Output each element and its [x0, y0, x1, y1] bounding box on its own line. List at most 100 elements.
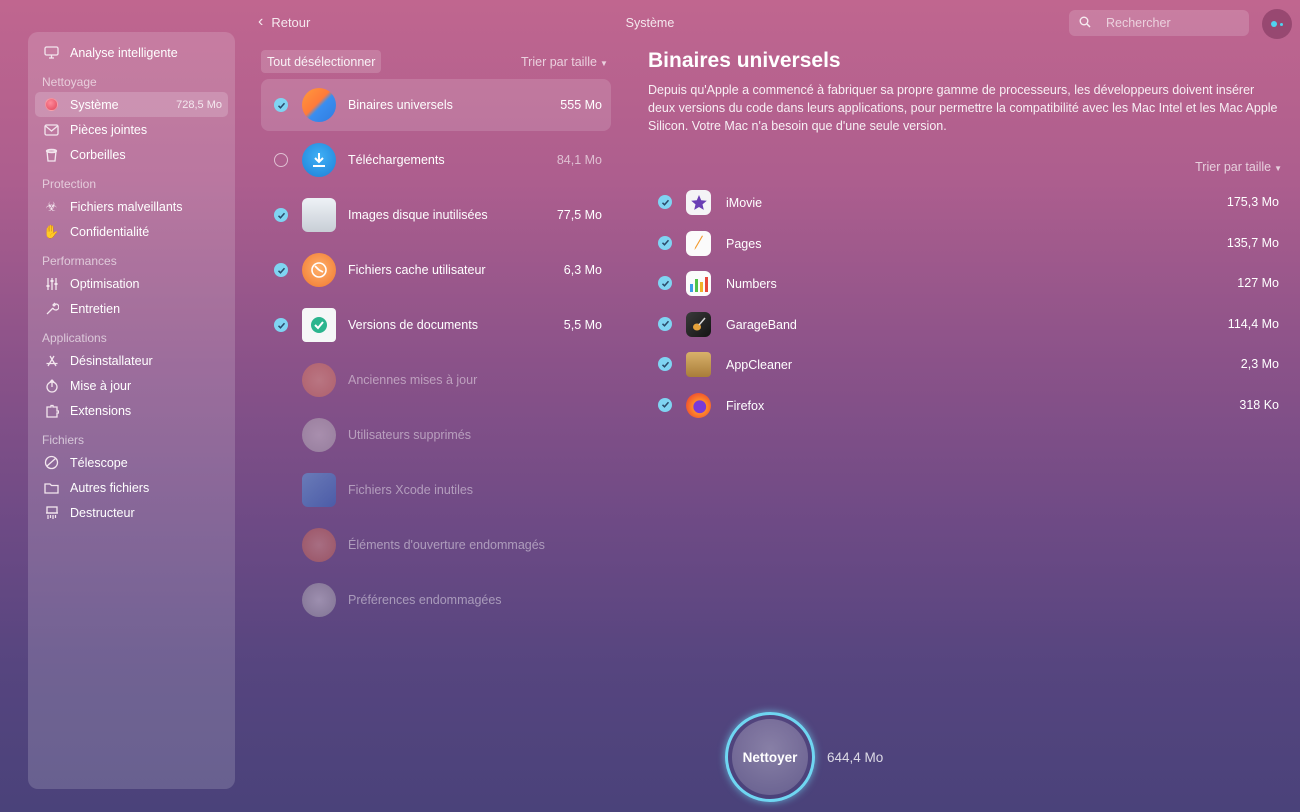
category-label: Préférences endommagées [348, 593, 502, 607]
app-size: 114,4 Mo [1227, 316, 1279, 331]
clean-button[interactable]: Nettoyer [732, 719, 808, 795]
sidebar-item-label: Optimisation [70, 276, 140, 291]
category-label: Téléchargements [348, 153, 445, 167]
app-size: 135,7 Mo [1226, 235, 1279, 250]
category-row-old-updates[interactable]: Anciennes mises à jour [261, 354, 611, 406]
category-row-universal-binaries[interactable]: Binaires universels 555 Mo [261, 79, 611, 131]
sidebar-section-title: Nettoyage [42, 75, 97, 89]
app-row-firefox[interactable]: Firefox 318 Ko [648, 385, 1280, 426]
app-label: AppCleaner [726, 358, 793, 372]
sidebar-item-optimization[interactable]: Optimisation [35, 271, 228, 296]
category-label: Éléments d'ouverture endommagés [348, 538, 545, 552]
checkbox[interactable] [274, 98, 288, 112]
checkbox[interactable] [658, 235, 672, 250]
sidebar-item-extensions[interactable]: Extensions [35, 398, 228, 423]
broken-preferences-icon [302, 583, 336, 617]
folder-icon [43, 479, 60, 496]
category-row-disk-images[interactable]: Images disque inutilisées 77,5 Mo [261, 189, 611, 241]
sidebar-item-label: Analyse intelligente [70, 45, 178, 60]
sidebar-item-maintenance[interactable]: Entretien [35, 296, 228, 321]
checkbox[interactable] [658, 357, 672, 371]
envelope-icon [43, 121, 60, 138]
category-row-deleted-users[interactable]: Utilisateurs supprimés [261, 409, 611, 461]
apps-sort-by-size-dropdown[interactable]: Trier par taille ▼ [1195, 160, 1282, 174]
category-size: 84,1 Mo [556, 153, 602, 167]
category-row-downloads[interactable]: Téléchargements 84,1 Mo [261, 134, 611, 186]
category-row-user-cache[interactable]: Fichiers cache utilisateur 6,3 Mo [261, 244, 611, 296]
back-button[interactable]: ‹ Retour [258, 14, 310, 30]
sidebar-item-label: Autres fichiers [70, 480, 150, 495]
sidebar-item-label: Mise à jour [70, 378, 132, 393]
app-label: Pages [726, 236, 762, 251]
app-store-icon [43, 352, 60, 369]
app-label: iMovie [726, 196, 763, 210]
app-row-pages[interactable]: Pages 135,7 Mo [648, 223, 1280, 264]
app-list: iMovie 175,3 Mo Pages 135,7 Mo Numbers 1… [648, 182, 1280, 425]
firefox-icon [686, 392, 711, 418]
app-label: Numbers [726, 277, 777, 291]
category-label: Binaires universels [348, 98, 453, 112]
app-label: GarageBand [726, 317, 797, 332]
app-row-garageband[interactable]: GarageBand 114,4 Mo [648, 304, 1280, 345]
category-row-document-versions[interactable]: Versions de documents 5,5 Mo [261, 299, 611, 351]
assistant-button[interactable] [1262, 9, 1292, 39]
checkbox[interactable] [658, 316, 672, 331]
downloads-icon [302, 143, 336, 177]
search-field[interactable] [1069, 10, 1249, 36]
sidebar-item-updater[interactable]: Mise à jour [35, 373, 228, 398]
checkbox[interactable] [658, 195, 672, 209]
category-label: Utilisateurs supprimés [348, 428, 471, 442]
sidebar-item-attachments[interactable]: Pièces jointes [35, 117, 228, 142]
sliders-icon [43, 275, 60, 292]
checkbox[interactable] [658, 397, 672, 412]
checkbox[interactable] [274, 318, 288, 332]
category-size: 6,3 Mo [563, 263, 602, 277]
update-icon [43, 377, 60, 394]
pages-icon [686, 230, 711, 256]
sidebar-item-system[interactable]: Système 728,5 Mo [35, 92, 228, 117]
sidebar-item-space-lens[interactable]: Télescope [35, 450, 228, 475]
monitor-icon [43, 44, 60, 61]
cache-icon [302, 253, 336, 287]
checkbox[interactable] [274, 208, 288, 222]
sidebar-item-privacy[interactable]: ✋ Confidentialité [35, 219, 228, 244]
app-row-numbers[interactable]: Numbers 127 Mo [648, 263, 1280, 304]
assistant-dot-icon [1271, 21, 1277, 27]
category-row-broken-login-items[interactable]: Éléments d'ouverture endommagés [261, 519, 611, 571]
xcode-icon [302, 473, 336, 507]
broken-login-items-icon [302, 528, 336, 562]
category-row-xcode-junk[interactable]: Fichiers Xcode inutiles [261, 464, 611, 516]
checkbox[interactable] [658, 276, 672, 290]
checkbox[interactable] [274, 153, 288, 167]
system-junk-icon [43, 96, 60, 113]
sidebar-section-title: Applications [42, 331, 107, 345]
clean-button-label: Nettoyer [742, 749, 798, 765]
sidebar-item-label: Corbeilles [70, 147, 126, 162]
search-input[interactable] [1106, 16, 1236, 30]
category-size: 77,5 Mo [556, 208, 602, 222]
app-row-appcleaner[interactable]: AppCleaner 2,3 Mo [648, 344, 1280, 385]
sidebar-item-label: Confidentialité [70, 224, 150, 239]
sidebar-item-trash-bins[interactable]: Corbeilles [35, 142, 228, 167]
sidebar-item-uninstaller[interactable]: Désinstallateur [35, 348, 228, 373]
search-icon [1079, 16, 1099, 31]
sidebar-item-size: 728,5 Mo [176, 98, 222, 111]
deselect-all-button[interactable]: Tout désélectionner [261, 50, 382, 73]
sidebar-item-other-files[interactable]: Autres fichiers [35, 475, 228, 500]
app-row-imovie[interactable]: iMovie 175,3 Mo [648, 182, 1280, 223]
sidebar-item-label: Entretien [70, 301, 121, 316]
page-title: Système [625, 16, 675, 30]
sidebar-item-malware[interactable]: ☣ Fichiers malveillants [35, 194, 228, 219]
checkbox[interactable] [274, 263, 288, 277]
numbers-icon [686, 271, 711, 296]
sort-by-size-dropdown[interactable]: Trier par taille ▼ [521, 55, 608, 69]
sort-label: Trier par taille [1195, 160, 1272, 174]
deleted-users-icon [302, 418, 336, 452]
category-row-broken-preferences[interactable]: Préférences endommagées [261, 574, 611, 626]
sidebar-item-shredder[interactable]: Destructeur [35, 500, 228, 525]
disk-image-icon [302, 198, 336, 232]
universal-binaries-icon [302, 88, 336, 122]
sidebar-section-title: Performances [42, 254, 117, 268]
sidebar-item-smart-scan[interactable]: Analyse intelligente [35, 40, 228, 65]
total-size: 644,4 Mo [827, 750, 884, 765]
